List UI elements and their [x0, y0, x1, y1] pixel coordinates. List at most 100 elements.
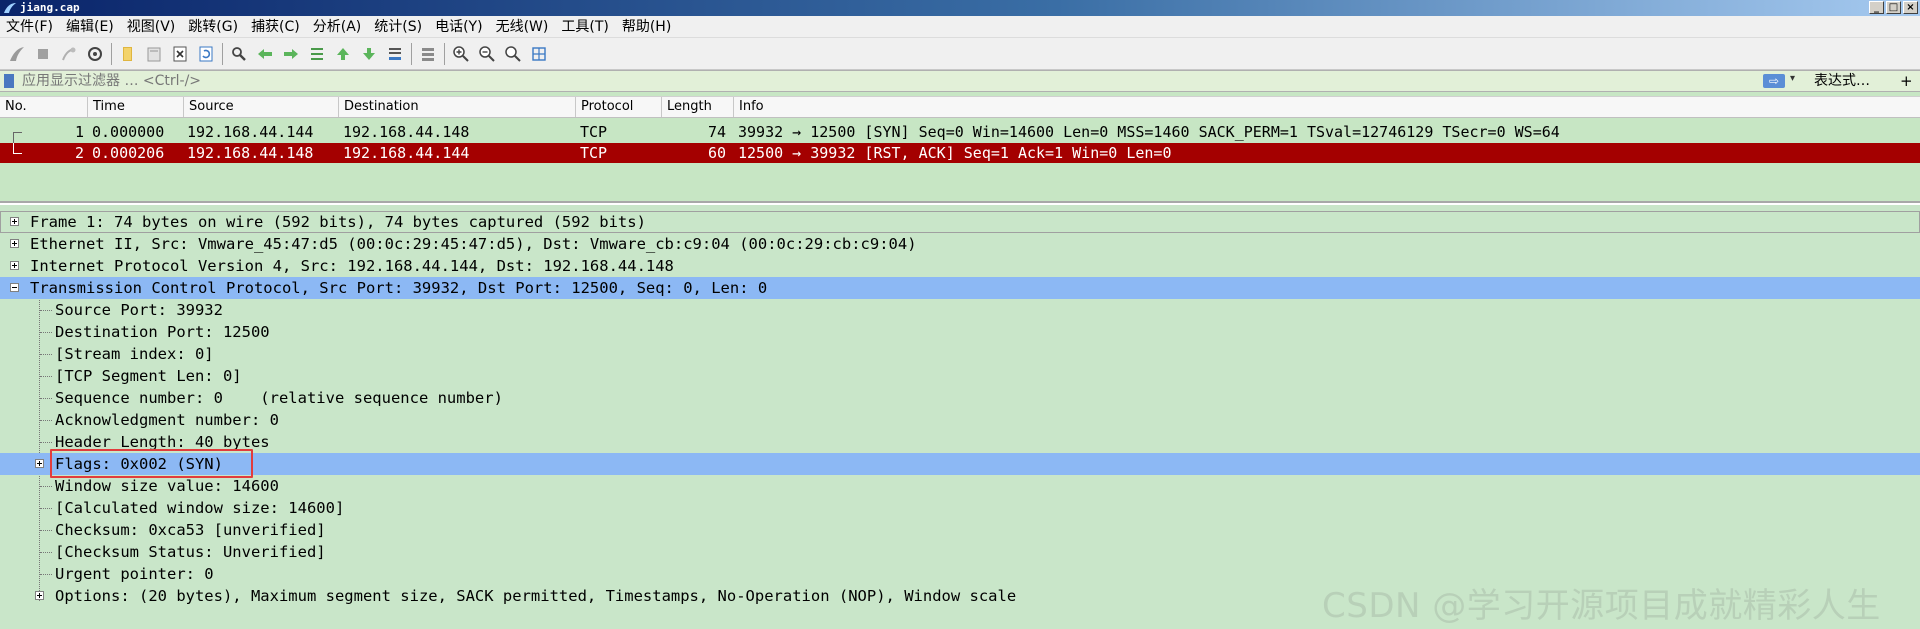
tree-leaf-calculated-window[interactable]: [Calculated window size: 14600] [0, 497, 1920, 519]
tree-leaf-destination-port[interactable]: Destination Port: 12500 [0, 321, 1920, 343]
tree-leaf-label: Sequence number: 0 (relative sequence nu… [55, 389, 503, 407]
packet-length: 74 [708, 123, 727, 141]
resize-columns-icon[interactable] [526, 41, 552, 67]
capture-options-icon[interactable] [82, 41, 108, 67]
watermark-text: CSDN @学习开源项目成就精彩人生 [1322, 586, 1881, 626]
column-header-info[interactable]: Info [734, 97, 1920, 117]
tree-node-label: Transmission Control Protocol, Src Port:… [30, 279, 768, 297]
find-packet-icon[interactable] [226, 41, 252, 67]
packet-length: 60 [708, 144, 727, 162]
shark-fin-start-icon[interactable] [4, 41, 30, 67]
menu-capture[interactable]: 捕获(C) [245, 16, 307, 38]
menu-edit[interactable]: 编辑(E) [60, 16, 121, 38]
maximize-button[interactable]: □ [1886, 1, 1901, 14]
menu-go[interactable]: 跳转(G) [182, 16, 245, 38]
tree-leaf-header-length[interactable]: Header Length: 40 bytes [0, 431, 1920, 453]
packet-time: 0.000206 [92, 144, 165, 162]
wireshark-fin-icon [4, 3, 16, 13]
tree-leaf-source-port[interactable]: Source Port: 39932 [0, 299, 1920, 321]
menu-help[interactable]: 帮助(H) [616, 16, 678, 38]
tree-connector [40, 574, 52, 575]
tree-node-frame[interactable]: Frame 1: 74 bytes on wire (592 bits), 74… [0, 211, 1920, 233]
tree-node-flags[interactable]: Flags: 0x002 (SYN) [0, 453, 1920, 475]
apply-filter-arrow-icon[interactable]: ⇨ [1763, 74, 1785, 88]
column-header-destination[interactable]: Destination [339, 97, 576, 117]
menu-analyze[interactable]: 分析(A) [307, 16, 369, 38]
add-filter-button[interactable]: + [1900, 71, 1913, 91]
menu-view[interactable]: 视图(V) [121, 16, 183, 38]
packet-row[interactable]: 1 0.000000 192.168.44.144 192.168.44.148… [0, 122, 1920, 143]
menu-file[interactable]: 文件(F) [0, 16, 60, 38]
bookmark-icon[interactable] [4, 74, 14, 88]
tree-leaf-label: [TCP Segment Len: 0] [55, 367, 242, 385]
tree-connector [40, 310, 52, 311]
expand-toggle-icon[interactable] [10, 239, 19, 248]
menu-statistics[interactable]: 统计(S) [368, 16, 429, 38]
tree-connector [40, 420, 52, 421]
colorize-icon[interactable] [415, 41, 441, 67]
tree-leaf-sequence-number[interactable]: Sequence number: 0 (relative sequence nu… [0, 387, 1920, 409]
close-file-icon[interactable] [167, 41, 193, 67]
tree-node-label: Ethernet II, Src: Vmware_45:47:d5 (00:0c… [30, 235, 917, 253]
go-forward-icon[interactable] [278, 41, 304, 67]
tree-connector [40, 398, 52, 399]
minimize-button[interactable]: _ [1869, 1, 1884, 14]
packet-info: 12500 → 39932 [RST, ACK] Seq=1 Ack=1 Win… [738, 144, 1172, 162]
column-header-protocol[interactable]: Protocol [576, 97, 662, 117]
tree-leaf-label: [Checksum Status: Unverified] [55, 543, 326, 561]
packet-row-selected[interactable]: 2 0.000206 192.168.44.148 192.168.44.144… [0, 143, 1920, 163]
menu-wireless[interactable]: 无线(W) [490, 16, 556, 38]
expand-toggle-icon[interactable] [10, 261, 19, 270]
packet-info: 39932 → 12500 [SYN] Seq=0 Win=14600 Len=… [738, 123, 1560, 141]
tree-node-label: Internet Protocol Version 4, Src: 192.16… [30, 257, 674, 275]
column-header-source[interactable]: Source [184, 97, 339, 117]
column-header-no[interactable]: No. [0, 97, 88, 117]
zoom-normal-icon[interactable] [500, 41, 526, 67]
tree-leaf-checksum-status[interactable]: [Checksum Status: Unverified] [0, 541, 1920, 563]
expand-toggle-icon[interactable] [35, 459, 44, 468]
tree-node-label: Options: (20 bytes), Maximum segment siz… [55, 587, 1017, 605]
tree-leaf-window-size[interactable]: Window size value: 14600 [0, 475, 1920, 497]
zoom-in-icon[interactable] [448, 41, 474, 67]
tree-connector [40, 552, 52, 553]
tree-leaf-segment-len[interactable]: [TCP Segment Len: 0] [0, 365, 1920, 387]
tree-connector [40, 442, 52, 443]
packet-details-pane: Frame 1: 74 bytes on wire (592 bits), 74… [0, 205, 1920, 629]
go-to-packet-icon[interactable] [304, 41, 330, 67]
go-last-icon[interactable] [356, 41, 382, 67]
restart-icon[interactable] [56, 41, 82, 67]
tree-node-ipv4[interactable]: Internet Protocol Version 4, Src: 192.16… [0, 255, 1920, 277]
tree-connector [40, 508, 52, 509]
tree-node-ethernet[interactable]: Ethernet II, Src: Vmware_45:47:d5 (00:0c… [0, 233, 1920, 255]
packet-no: 1 [74, 123, 84, 141]
stop-icon[interactable] [30, 41, 56, 67]
column-header-time[interactable]: Time [88, 97, 184, 117]
tree-connector [40, 376, 52, 377]
open-file-icon[interactable] [115, 41, 141, 67]
tree-leaf-ack-number[interactable]: Acknowledgment number: 0 [0, 409, 1920, 431]
tree-leaf-label: Window size value: 14600 [55, 477, 279, 495]
column-header-length[interactable]: Length [662, 97, 734, 117]
tree-leaf-stream-index[interactable]: [Stream index: 0] [0, 343, 1920, 365]
autoscroll-icon[interactable] [382, 41, 408, 67]
collapse-toggle-icon[interactable] [10, 283, 19, 292]
zoom-out-icon[interactable] [474, 41, 500, 67]
save-file-icon[interactable] [141, 41, 167, 67]
display-filter-input[interactable]: 应用显示过滤器 … <Ctrl-/> [22, 71, 1752, 91]
expand-toggle-icon[interactable] [35, 591, 44, 600]
menu-tools[interactable]: 工具(T) [555, 16, 615, 38]
tree-leaf-checksum[interactable]: Checksum: 0xca53 [unverified] [0, 519, 1920, 541]
go-first-icon[interactable] [330, 41, 356, 67]
title-bar: jiang.cap _ □ × [0, 0, 1920, 16]
tree-leaf-label: Destination Port: 12500 [55, 323, 270, 341]
reload-icon[interactable] [193, 41, 219, 67]
expand-toggle-icon[interactable] [10, 217, 19, 226]
menu-telephony[interactable]: 电话(Y) [429, 16, 489, 38]
tree-node-tcp[interactable]: Transmission Control Protocol, Src Port:… [0, 277, 1920, 299]
close-button[interactable]: × [1903, 1, 1918, 14]
filter-dropdown-icon[interactable]: ▾ [1790, 73, 1795, 84]
expression-button[interactable]: 表达式… [1814, 71, 1870, 91]
window-title: jiang.cap [20, 1, 80, 14]
tree-leaf-label: Urgent pointer: 0 [55, 565, 214, 583]
go-back-icon[interactable] [252, 41, 278, 67]
